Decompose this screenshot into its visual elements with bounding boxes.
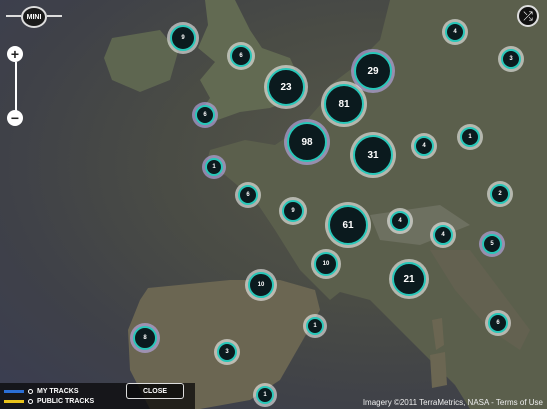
logo-badge: MINI xyxy=(21,6,47,28)
cluster-marker[interactable]: 9 xyxy=(167,22,199,54)
cluster-marker[interactable]: 1 xyxy=(457,124,483,150)
cluster-count: 61 xyxy=(328,205,368,245)
map-attribution[interactable]: Imagery ©2011 TerraMetrics, NASA - Terms… xyxy=(363,398,543,407)
cluster-marker[interactable]: 4 xyxy=(442,19,468,45)
cluster-count: 10 xyxy=(314,252,338,276)
cluster-marker[interactable]: 21 xyxy=(389,259,429,299)
shuffle-button[interactable]: ⤮ xyxy=(517,5,539,27)
cluster-count: 23 xyxy=(267,68,305,106)
cluster-marker[interactable]: 1 xyxy=(253,383,277,407)
cluster-count: 9 xyxy=(282,200,304,222)
cluster-count: 31 xyxy=(353,135,393,175)
my-tracks-label: MY TRACKS xyxy=(37,388,79,395)
cluster-marker[interactable]: 6 xyxy=(485,310,511,336)
cluster-count: 10 xyxy=(248,272,274,298)
cluster-count: 6 xyxy=(195,105,215,125)
cluster-marker[interactable]: 98 xyxy=(284,119,330,165)
map-view[interactable]: 9 6 23 29 4 3 81 6 98 1 31 4 1 6 2 9 61 4 4 5 10 21 10 6 8 1 3 1 MI… xyxy=(0,0,547,409)
cluster-marker[interactable]: 5 xyxy=(479,231,505,257)
cluster-count: 6 xyxy=(238,185,258,205)
legend-my-tracks[interactable]: MY TRACKS xyxy=(4,388,78,395)
cluster-count: 3 xyxy=(217,342,237,362)
cluster-marker[interactable]: 1 xyxy=(202,155,226,179)
cluster-marker[interactable]: 4 xyxy=(430,222,456,248)
cluster-count: 3 xyxy=(501,49,521,69)
cluster-marker[interactable]: 2 xyxy=(487,181,513,207)
cluster-marker[interactable]: 6 xyxy=(227,42,255,70)
cluster-marker[interactable]: 1 xyxy=(303,314,327,338)
cluster-count: 1 xyxy=(205,158,223,176)
legend-public-tracks[interactable]: PUBLIC TRACKS xyxy=(4,398,94,405)
cluster-count: 5 xyxy=(482,234,502,254)
cluster-count: 21 xyxy=(392,262,426,296)
zoom-slider-track[interactable] xyxy=(15,62,17,112)
cluster-count: 4 xyxy=(390,211,410,231)
cluster-marker[interactable]: 10 xyxy=(311,249,341,279)
cluster-marker[interactable]: 61 xyxy=(325,202,371,248)
cluster-marker[interactable]: 3 xyxy=(214,339,240,365)
my-tracks-radio-icon[interactable] xyxy=(28,389,33,394)
cluster-marker[interactable]: 4 xyxy=(411,133,437,159)
cluster-marker[interactable]: 9 xyxy=(279,197,307,225)
cluster-marker[interactable]: 81 xyxy=(321,81,367,127)
cluster-marker[interactable]: 10 xyxy=(245,269,277,301)
cluster-count: 1 xyxy=(256,386,274,404)
my-tracks-swatch xyxy=(4,390,24,393)
cluster-count: 4 xyxy=(445,22,465,42)
cluster-count: 1 xyxy=(460,127,480,147)
shuffle-icon: ⤮ xyxy=(523,8,533,23)
cluster-marker[interactable]: 31 xyxy=(350,132,396,178)
close-button[interactable]: CLOSE xyxy=(126,383,184,399)
cluster-marker[interactable]: 3 xyxy=(498,46,524,72)
cluster-marker[interactable]: 6 xyxy=(235,182,261,208)
cluster-count: 8 xyxy=(133,326,157,350)
cluster-count: 29 xyxy=(354,52,392,90)
zoom-in-button[interactable]: + xyxy=(7,46,23,62)
mini-logo[interactable]: MINI xyxy=(6,6,62,28)
cluster-count: 81 xyxy=(324,84,364,124)
cluster-count: 2 xyxy=(490,184,510,204)
cluster-marker[interactable]: 6 xyxy=(192,102,218,128)
cluster-count: 98 xyxy=(287,122,327,162)
cluster-marker[interactable]: 23 xyxy=(264,65,308,109)
cluster-count: 4 xyxy=(433,225,453,245)
cluster-count: 6 xyxy=(488,313,508,333)
public-tracks-label: PUBLIC TRACKS xyxy=(37,398,95,405)
public-tracks-radio-icon[interactable] xyxy=(28,399,33,404)
cluster-count: 6 xyxy=(230,45,252,67)
logo-wing-left xyxy=(6,15,21,17)
cluster-count: 9 xyxy=(170,25,196,51)
map-terrain xyxy=(104,0,547,409)
cluster-marker[interactable]: 8 xyxy=(130,323,160,353)
cluster-count: 4 xyxy=(414,136,434,156)
logo-wing-right xyxy=(47,15,62,17)
public-tracks-swatch xyxy=(4,400,24,403)
cluster-count: 1 xyxy=(306,317,324,335)
zoom-out-button[interactable]: − xyxy=(7,110,23,126)
cluster-marker[interactable]: 4 xyxy=(387,208,413,234)
